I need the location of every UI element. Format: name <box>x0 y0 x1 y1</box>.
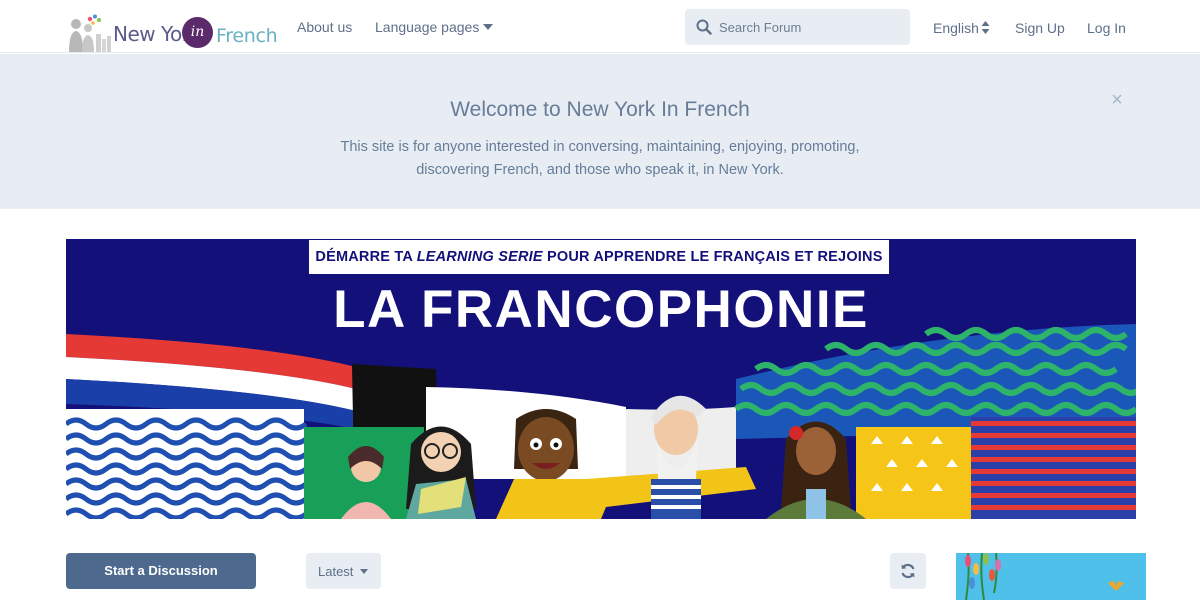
banner-tagline: DÉMARRE TA LEARNING SERIE POUR APPRENDRE… <box>309 249 889 265</box>
sort-dropdown-label: Latest <box>318 564 354 579</box>
logo-text-french: French <box>216 25 278 47</box>
logo-figure-icon <box>69 14 111 52</box>
sort-dropdown[interactable]: Latest <box>306 553 381 589</box>
start-discussion-button[interactable]: Start a Discussion <box>66 553 256 589</box>
refresh-button[interactable] <box>890 553 926 589</box>
refresh-icon <box>901 563 915 579</box>
language-selector[interactable]: English <box>933 20 979 36</box>
sort-icon[interactable] <box>981 20 990 35</box>
banner-tagline-post: POUR APPRENDRE LE FRANÇAIS ET REJOINS <box>542 249 883 265</box>
signup-link[interactable]: Sign Up <box>1015 20 1065 36</box>
login-link[interactable]: Log In <box>1087 20 1126 36</box>
logo-badge-in: in <box>182 17 213 48</box>
site-logo[interactable]: New York in French <box>66 8 278 52</box>
chevron-down-icon[interactable] <box>483 24 493 30</box>
nav-about-us[interactable]: About us <box>297 19 352 35</box>
banner-tagline-box: DÉMARRE TA LEARNING SERIE POUR APPRENDRE… <box>309 240 889 274</box>
search-input[interactable] <box>719 9 905 45</box>
banner-tagline-pre: DÉMARRE TA <box>315 249 417 265</box>
close-icon[interactable]: × <box>1109 90 1125 110</box>
welcome-hero: Welcome to New York In French This site … <box>0 54 1200 209</box>
banner-title: LA FRANCOPHONIE <box>333 280 869 339</box>
site-header: New York in French About us Language pag… <box>0 0 1200 53</box>
hero-description: This site is for anyone interested in co… <box>340 139 860 178</box>
search-icon <box>696 19 712 35</box>
promo-illustration <box>956 553 1146 600</box>
chevron-down-icon <box>360 569 368 574</box>
side-promo-image[interactable] <box>956 553 1146 600</box>
hero-title: Welcome to New York In French <box>450 98 750 121</box>
search-box[interactable] <box>685 9 910 45</box>
francophonie-banner[interactable]: DÉMARRE TA LEARNING SERIE POUR APPRENDRE… <box>66 239 1136 519</box>
banner-tagline-em: LEARNING SERIE <box>416 249 543 265</box>
nav-language-pages[interactable]: Language pages <box>375 19 479 35</box>
